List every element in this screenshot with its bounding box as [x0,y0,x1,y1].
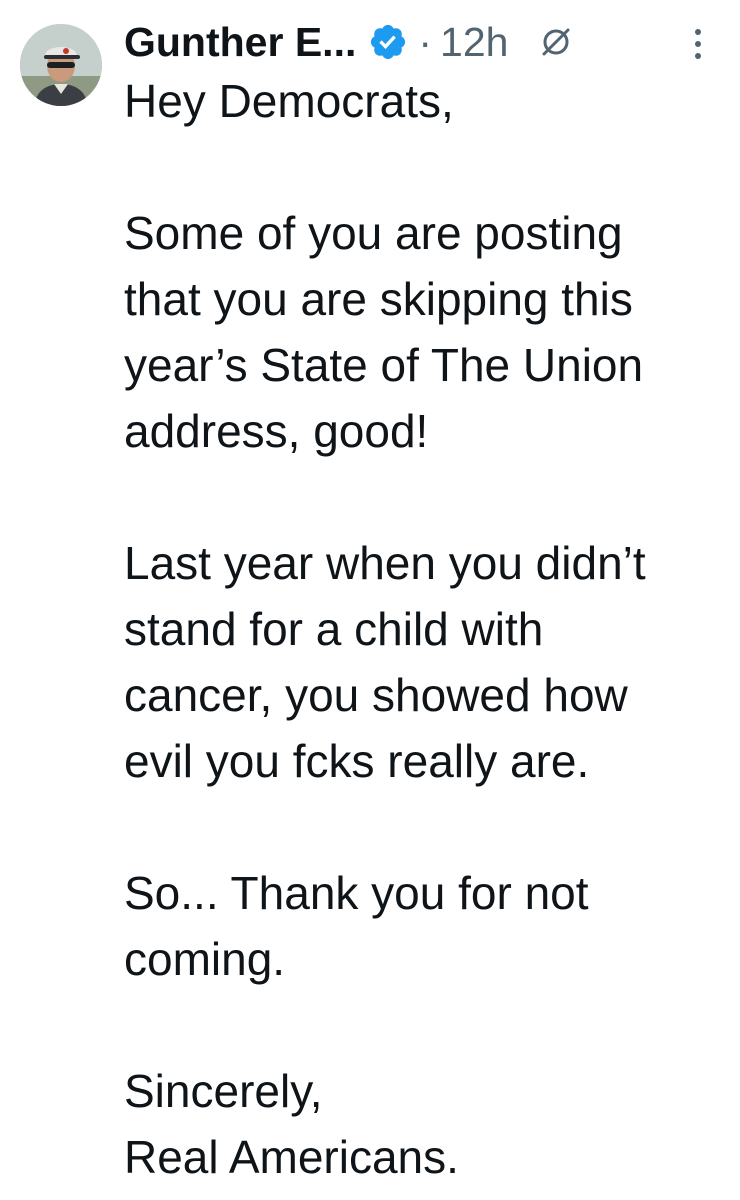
text-line: Last year when you didn’t [124,537,646,589]
tweet-paragraph: Some of you are posting that you are ski… [124,200,724,464]
tweet-paragraph: Hey Democrats, [124,68,724,134]
tweet-paragraph: Sincerely, Real Americans. [124,1058,724,1190]
separator-dot: · [418,18,433,65]
text-line: coming. [124,933,286,985]
avatar-photo [20,24,102,106]
text-line: stand for a child with [124,603,544,655]
tweet-text: Hey Democrats, Some of you are posting t… [124,68,724,1190]
avatar[interactable] [20,24,102,106]
author-name[interactable]: Gunther E... [124,19,356,66]
text-line: evil you fcks really are. [124,735,590,787]
text-line: cancer, you showed how [124,669,628,721]
text-line: year’s State of The Union [124,339,644,391]
more-options-icon[interactable] [688,26,708,62]
tweet-header: Gunther E... · 12h [124,12,574,72]
tweet-paragraph: Last year when you didn’t stand for a ch… [124,530,724,794]
text-line: address, good! [124,405,429,457]
text-line: Some of you are posting [124,207,623,259]
grok-icon[interactable] [538,24,574,60]
text-line: Sincerely, [124,1065,323,1117]
text-line: So... Thank you for not [124,867,589,919]
verified-badge-icon [368,22,408,62]
timestamp[interactable]: 12h [440,19,508,66]
text-line: Hey Democrats, [124,75,454,127]
text-line: that you are skipping this [124,273,633,325]
text-line: Real Americans. [124,1131,459,1183]
tweet-paragraph: So... Thank you for not coming. [124,860,724,992]
